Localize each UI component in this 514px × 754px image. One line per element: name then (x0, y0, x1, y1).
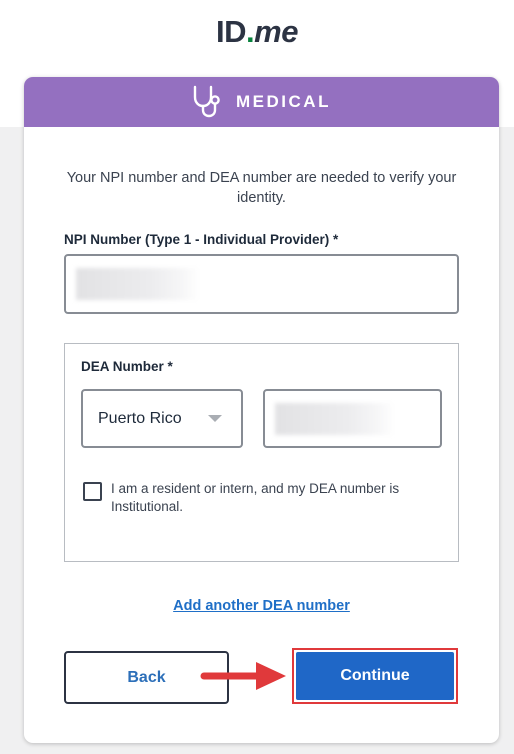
redacted-value (76, 268, 200, 300)
idme-logo: ID.me (216, 14, 298, 49)
intro-text: Your NPI number and DEA number are neede… (66, 170, 457, 206)
redacted-value (275, 403, 395, 435)
npi-label: NPI Number (Type 1 - Individual Provider… (64, 232, 339, 247)
verification-card: MEDICAL Your NPI number and DEA number a… (24, 77, 499, 743)
resident-checkbox[interactable] (83, 482, 102, 501)
chevron-down-icon (208, 415, 222, 422)
state-select-value: Puerto Rico (98, 409, 182, 427)
dea-number-input[interactable] (263, 389, 442, 448)
stethoscope-icon (193, 85, 220, 118)
dea-label: DEA Number * (81, 359, 173, 374)
card-title: MEDICAL (236, 92, 331, 111)
dea-section: DEA Number * Puerto Rico I am a resident… (64, 343, 459, 562)
state-select[interactable]: Puerto Rico (81, 389, 243, 448)
arrow-annotation-icon (200, 662, 286, 690)
add-dea-link[interactable]: Add another DEA number (173, 598, 350, 614)
resident-checkbox-label[interactable]: I am a resident or intern, and my DEA nu… (111, 480, 446, 516)
continue-button[interactable]: Continue (296, 652, 454, 700)
npi-input[interactable] (64, 254, 459, 314)
card-header: MEDICAL (24, 77, 499, 127)
add-dea-link-row: Add another DEA number (24, 597, 499, 615)
